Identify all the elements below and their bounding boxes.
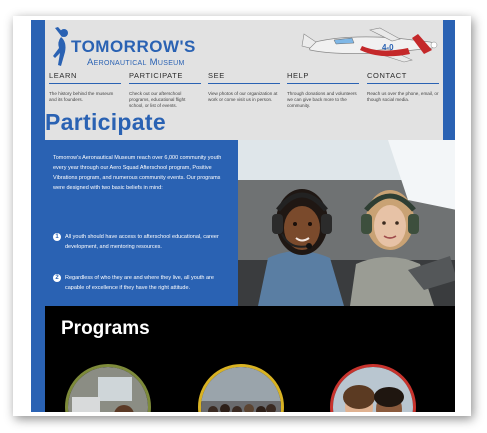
belief-text: Regardless of who they are and where the… — [65, 275, 214, 291]
program-circle-group[interactable] — [198, 364, 284, 412]
belief-number-badge: 2 — [53, 274, 61, 282]
belief-number-badge: 1 — [53, 233, 61, 241]
content-area: Tomorrow's Aeronautical Museum 4-0 LEARN — [45, 20, 455, 412]
nav-contact[interactable]: CONTACT Reach us over the phone, email, … — [367, 71, 439, 103]
nav-contact-description: Reach us over the phone, email, or thoug… — [367, 91, 439, 103]
logo-title: Tomorrow's — [71, 37, 196, 56]
nav-learn-description: The history behind the museum and its fo… — [49, 91, 114, 103]
nav-help-label[interactable]: HELP — [287, 71, 359, 84]
kids-in-cockpit-photo — [238, 140, 455, 306]
airplane-illustration: 4-0 — [301, 27, 438, 63]
students-photo-icon — [333, 367, 413, 412]
nav-participate-description: Check out our afterschool programs, educ… — [129, 91, 186, 109]
programs-title: Programs — [61, 318, 150, 339]
program-circle-classroom[interactable] — [65, 364, 151, 412]
programs-section: Programs — [45, 306, 455, 412]
nav-learn[interactable]: LEARN The history behind the museum and … — [49, 71, 121, 103]
logo-subtitle: Aeronautical Museum — [87, 57, 185, 68]
nav-contact-label[interactable]: CONTACT — [367, 71, 439, 84]
nav-learn-label[interactable]: LEARN — [49, 71, 121, 84]
nav-see[interactable]: SEE View photos of our organization at w… — [208, 71, 280, 103]
nav-see-label[interactable]: SEE — [208, 71, 280, 84]
screenshot-frame: Tomorrow's Aeronautical Museum 4-0 LEARN — [17, 20, 467, 412]
nav-see-description: View photos of our organization at work … — [208, 91, 278, 103]
classroom-photo-icon — [68, 367, 148, 412]
svg-text:4-0: 4-0 — [382, 43, 394, 52]
web-page: Tomorrow's Aeronautical Museum 4-0 LEARN — [31, 20, 455, 412]
belief-text: All youth should have access to aftersch… — [65, 234, 219, 250]
nav-participate[interactable]: PARTICIPATE Check out our afterschool pr… — [129, 71, 201, 110]
nav-help[interactable]: HELP Through donations and volunteers we… — [287, 71, 359, 110]
intro-panel: Tomorrow's Aeronautical Museum reach ove… — [45, 140, 238, 306]
page-title: Participate — [45, 109, 166, 135]
site-logo[interactable]: Tomorrow's Aeronautical Museum — [49, 26, 229, 68]
left-accent-stripe — [31, 20, 45, 412]
group-photo-icon — [201, 367, 281, 412]
nav-participate-label[interactable]: PARTICIPATE — [129, 71, 201, 84]
nav-help-description: Through donations and volunteers we can … — [287, 91, 357, 109]
program-circle-students[interactable] — [330, 364, 416, 412]
intro-text: Tomorrow's Aeronautical Museum reach ove… — [53, 155, 222, 191]
